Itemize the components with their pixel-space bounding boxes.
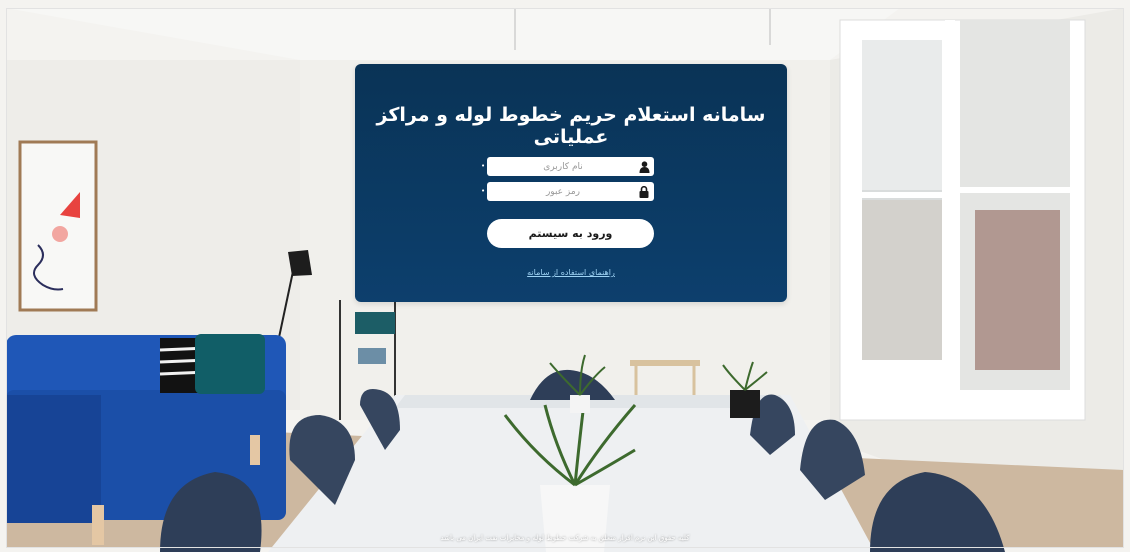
- user-icon: [634, 157, 654, 176]
- required-mark: •: [481, 187, 486, 195]
- login-card: سامانه استعلام حریم خطوط لوله و مراکز عم…: [355, 64, 787, 302]
- password-field[interactable]: •: [481, 182, 654, 201]
- login-title: سامانه استعلام حریم خطوط لوله و مراکز عم…: [376, 104, 766, 148]
- lock-icon: [634, 182, 654, 201]
- copyright-footer: کلیه حقوق این نرم افزار متعلق به شرکت خط…: [440, 534, 690, 542]
- username-field[interactable]: •: [481, 157, 654, 176]
- username-input[interactable]: [491, 157, 635, 176]
- required-mark: •: [481, 162, 486, 170]
- password-input[interactable]: [491, 182, 635, 201]
- user-guide-link[interactable]: راهنمای استفاده از سامانه: [355, 268, 787, 277]
- login-button[interactable]: ورود به سیستم: [487, 219, 654, 248]
